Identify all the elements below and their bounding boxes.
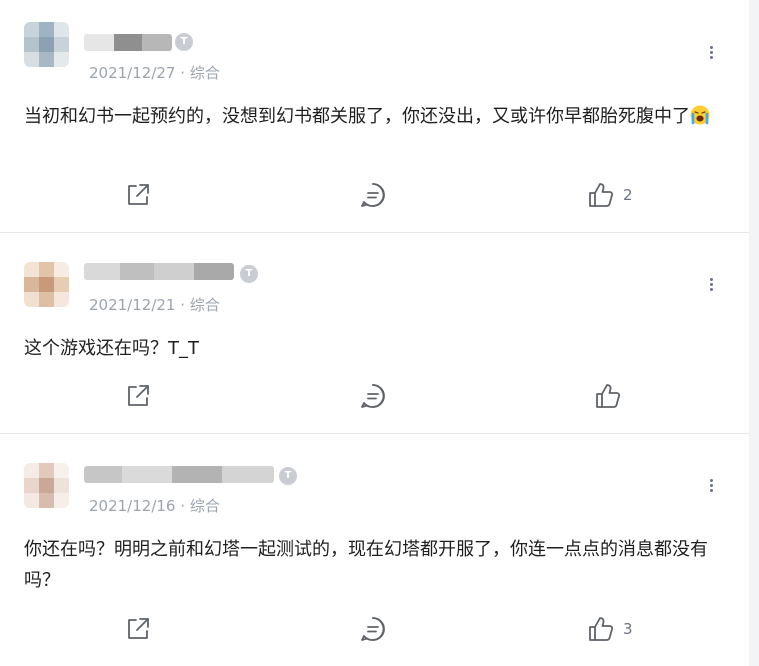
post-content: 这个游戏还在吗？T_T: [24, 333, 729, 364]
post-content: 当初和幻书一起预约的，没想到幻书都关服了，你还没出，又或许你早都胎死腹中了: [24, 101, 729, 132]
post-meta: 2021/12/16 · 综合: [89, 495, 220, 516]
comment-icon: [361, 183, 385, 207]
post-card: T 2021/12/27 · 综合 当初和幻书一起预约的，没想到幻书都关服了，你…: [0, 0, 749, 232]
post-category[interactable]: 综合: [190, 64, 220, 82]
comment-button[interactable]: [359, 382, 389, 412]
post-content: 你还在吗？明明之前和幻塔一起测试的，现在幻塔都开服了，你连一点点的消息都没有吗？: [24, 534, 729, 596]
thumbs-up-icon: [589, 183, 614, 207]
username-blurred[interactable]: [84, 263, 234, 280]
post-date: 2021/12/21: [89, 296, 176, 314]
share-icon: [128, 184, 149, 205]
post-meta: 2021/12/21 · 综合: [89, 294, 220, 315]
post-category[interactable]: 综合: [190, 296, 220, 314]
post-text: 你还在吗？明明之前和幻塔一起测试的，现在幻塔都开服了，你连一点点的消息都没有吗？: [24, 539, 708, 591]
comment-button[interactable]: [359, 615, 389, 645]
thumbs-up-icon: [589, 617, 614, 641]
like-count: 2: [623, 186, 633, 204]
post-date: 2021/12/27: [89, 64, 176, 82]
user-level-badge: T: [279, 467, 297, 485]
comment-feed: T 2021/12/27 · 综合 当初和幻书一起预约的，没想到幻书都关服了，你…: [0, 0, 749, 666]
post-card: T 2021/12/16 · 综合 你还在吗？明明之前和幻塔一起测试的，现在幻塔…: [0, 434, 749, 666]
user-level-badge: T: [240, 265, 258, 283]
meta-separator: ·: [180, 296, 186, 314]
like-button[interactable]: 3: [587, 615, 647, 645]
post-card: T 2021/12/21 · 综合 这个游戏还在吗？T_T: [0, 233, 749, 433]
meta-separator: ·: [180, 64, 186, 82]
meta-separator: ·: [180, 497, 186, 515]
like-button[interactable]: [594, 382, 634, 412]
share-icon: [128, 618, 149, 639]
avatar[interactable]: [24, 22, 69, 67]
username-blurred[interactable]: [84, 466, 274, 483]
thumbs-up-icon: [596, 384, 621, 408]
loudly-crying-face-icon: [690, 105, 710, 125]
user-level-badge: T: [175, 33, 193, 51]
post-date: 2021/12/16: [89, 497, 176, 515]
comment-button[interactable]: [359, 181, 389, 211]
more-vertical-icon[interactable]: [700, 40, 724, 64]
post-text: 这个游戏还在吗？T_T: [24, 338, 199, 359]
like-count: 3: [623, 620, 633, 638]
like-button[interactable]: 2: [587, 181, 647, 211]
post-category[interactable]: 综合: [190, 497, 220, 515]
scrollbar-track[interactable]: [749, 0, 759, 666]
share-button[interactable]: [124, 615, 154, 645]
share-icon: [128, 385, 149, 406]
more-vertical-icon[interactable]: [700, 473, 724, 497]
comment-icon: [361, 384, 385, 408]
share-button[interactable]: [124, 181, 154, 211]
more-vertical-icon[interactable]: [700, 272, 724, 296]
share-button[interactable]: [124, 382, 154, 412]
comment-icon: [361, 617, 385, 641]
avatar[interactable]: [24, 463, 69, 508]
post-meta: 2021/12/27 · 综合: [89, 62, 220, 83]
avatar[interactable]: [24, 262, 69, 307]
post-text: 当初和幻书一起预约的，没想到幻书都关服了，你还没出，又或许你早都胎死腹中了: [24, 106, 690, 127]
username-blurred[interactable]: [84, 34, 172, 51]
